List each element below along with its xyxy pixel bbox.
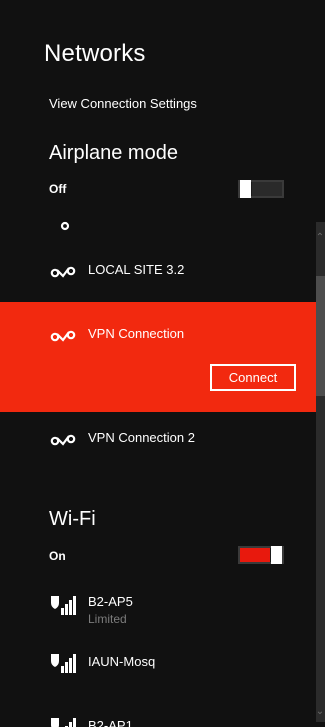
network-list[interactable]: LOCAL SITE 3.2 VPN Connection VPN Connec…	[0, 220, 325, 727]
wifi-signal-shield-icon	[51, 596, 76, 615]
list-item-vpn-connection-2[interactable]: VPN Connection 2	[0, 420, 318, 470]
list-item-vpn-connection[interactable]: VPN Connection	[0, 302, 318, 412]
wifi-ssid: B2-AP1	[88, 718, 133, 727]
vpn-icon	[50, 330, 76, 342]
wifi-ssid: B2-AP5	[88, 594, 133, 609]
list-item-wifi-b2-ap5[interactable]: B2-AP5 Limited	[0, 590, 318, 640]
airplane-mode-toggle[interactable]	[238, 180, 284, 198]
vpn-name: LOCAL SITE 3.2	[88, 262, 185, 277]
toggle-track	[252, 182, 282, 196]
vpn-icon	[50, 266, 76, 278]
wifi-status: Limited	[88, 612, 127, 626]
list-item-wifi-iaun-mosq[interactable]: IAUN-Mosq	[0, 648, 318, 688]
view-connection-settings-link[interactable]: View Connection Settings	[49, 96, 197, 111]
wifi-toggle[interactable]	[238, 546, 284, 564]
vpn-icon	[50, 434, 76, 446]
panel-title: Networks	[44, 40, 146, 67]
wifi-heading: Wi-Fi	[49, 508, 96, 530]
wifi-signal-shield-icon	[51, 718, 76, 727]
vpn-name: VPN Connection	[88, 326, 185, 341]
airplane-mode-state-label: Off	[49, 182, 67, 196]
wifi-signal-shield-icon	[51, 654, 76, 673]
vpn-icon	[60, 221, 70, 231]
list-item-vpn-local-site[interactable]: LOCAL SITE 3.2	[0, 250, 318, 310]
scroll-up-arrow-icon[interactable]: ⌃	[315, 232, 325, 244]
list-item-wifi-b2-ap1[interactable]: B2-AP1	[0, 714, 318, 727]
scroll-down-arrow-icon[interactable]: ⌄	[315, 706, 325, 718]
wifi-ssid: IAUN-Mosq	[88, 654, 156, 669]
wifi-state-label: On	[49, 549, 66, 563]
toggle-thumb	[240, 180, 251, 198]
toggle-thumb	[271, 546, 282, 564]
vpn-name: VPN Connection 2	[88, 430, 195, 445]
list-item-partial[interactable]	[0, 220, 318, 234]
scrollbar-thumb[interactable]	[316, 276, 325, 396]
toggle-track	[240, 548, 270, 562]
connect-button[interactable]: Connect	[210, 364, 296, 391]
airplane-mode-heading: Airplane mode	[49, 142, 178, 164]
